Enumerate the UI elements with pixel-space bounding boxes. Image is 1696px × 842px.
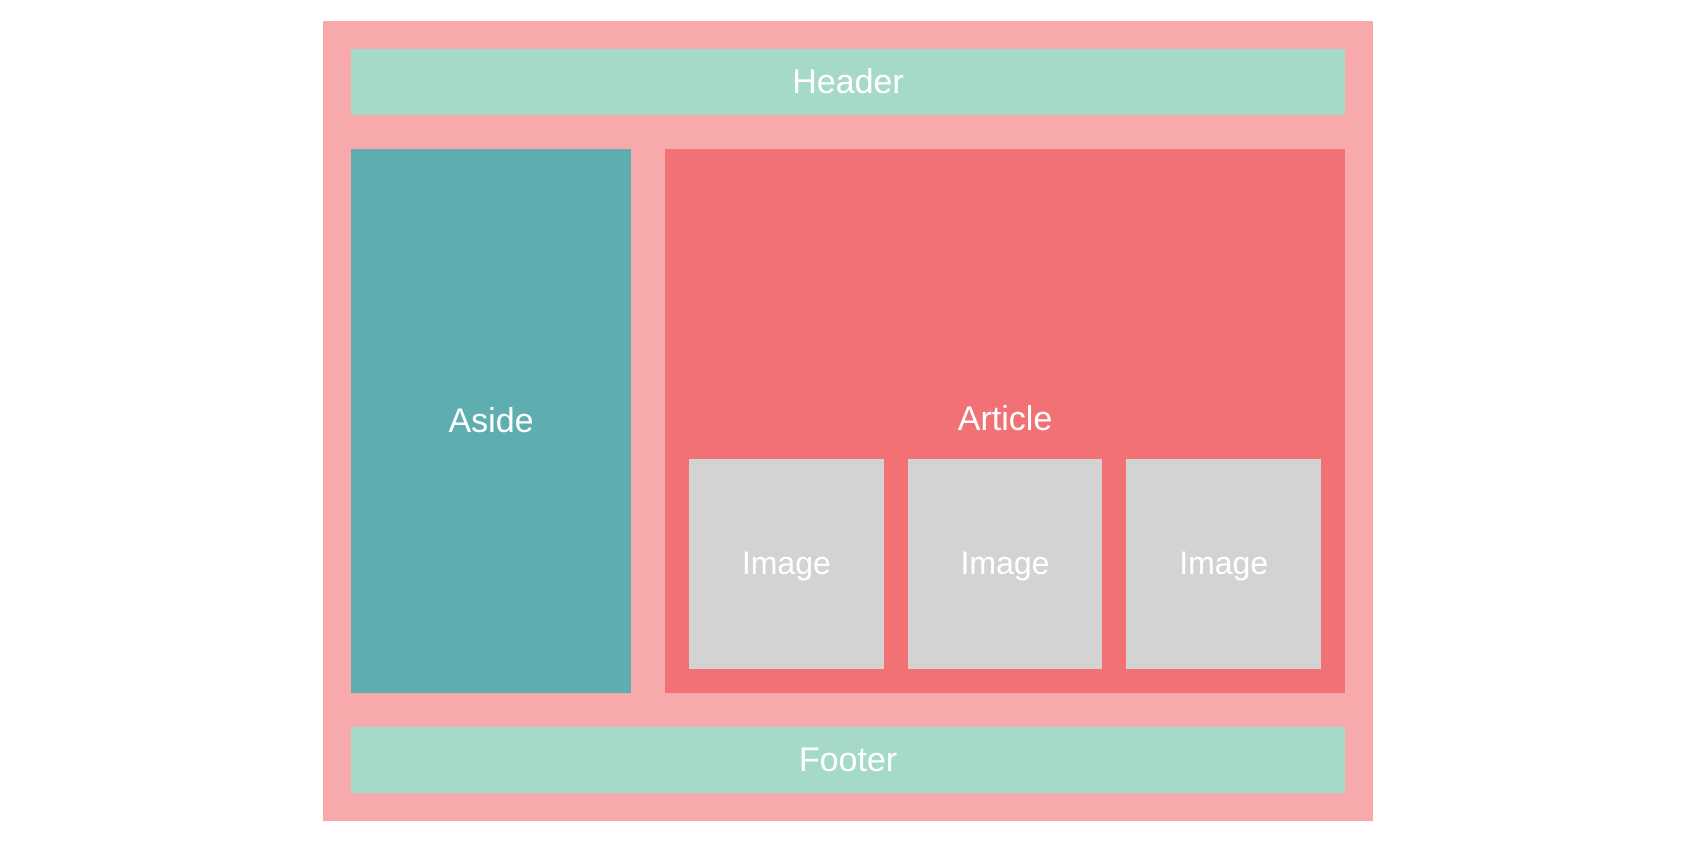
aside-region: Aside bbox=[351, 149, 631, 693]
aside-label: Aside bbox=[448, 402, 533, 441]
image-placeholder: Image bbox=[689, 459, 884, 669]
image-placeholder: Image bbox=[908, 459, 1103, 669]
images-row: Image Image Image bbox=[689, 459, 1321, 669]
layout-container: Header Aside Article Image Image Image bbox=[323, 21, 1373, 821]
image-label: Image bbox=[1179, 545, 1268, 582]
image-label: Image bbox=[961, 545, 1050, 582]
footer-region: Footer bbox=[351, 727, 1345, 793]
article-label: Article bbox=[958, 400, 1052, 439]
image-placeholder: Image bbox=[1126, 459, 1321, 669]
middle-row: Aside Article Image Image Image bbox=[351, 149, 1345, 693]
article-label-wrap: Article bbox=[689, 149, 1321, 459]
article-region: Article Image Image Image bbox=[665, 149, 1345, 693]
footer-label: Footer bbox=[799, 741, 897, 779]
header-region: Header bbox=[351, 49, 1345, 115]
header-label: Header bbox=[792, 63, 904, 101]
image-label: Image bbox=[742, 545, 831, 582]
